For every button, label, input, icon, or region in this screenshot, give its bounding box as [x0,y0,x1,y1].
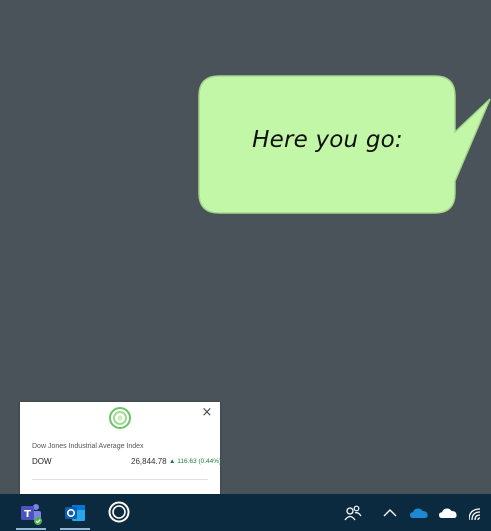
stock-change: ▲ 116.63 (0.44%) [169,458,222,465]
stock-price: 26,844.78 [131,457,167,466]
onedrive-icon[interactable] [409,503,429,523]
taskbar-app-cortana[interactable] [98,494,140,531]
wifi-icon[interactable] [469,503,489,523]
index-name: Dow Jones Industrial Average Index [32,443,144,450]
stock-symbol: DOW [32,457,52,466]
taskbar: T [0,494,491,531]
chevron-up-icon[interactable] [380,503,400,523]
close-icon[interactable]: × [201,406,213,419]
people-icon[interactable] [343,503,363,523]
outlook-icon [65,505,85,521]
desktop: Here you go: × Dow Jones Industrial Aver… [0,0,491,531]
cloud-icon[interactable] [438,503,458,523]
active-indicator [60,528,90,530]
stock-popup[interactable]: × Dow Jones Industrial Average Index DOW… [20,402,221,494]
taskbar-app-teams[interactable]: T [10,494,52,531]
svg-text:T: T [24,509,31,520]
divider [32,479,208,480]
bubble-text: Here you go: [252,127,403,153]
circle-logo-icon [109,407,131,429]
cortana-icon [108,501,130,523]
stock-row[interactable]: DOW 26,844.78 ▲ 116.63 (0.44%) [32,457,221,469]
teams-icon: T [21,504,42,525]
speech-bubble: Here you go: [198,75,491,214]
active-indicator [16,528,46,530]
taskbar-app-outlook[interactable] [54,494,96,531]
